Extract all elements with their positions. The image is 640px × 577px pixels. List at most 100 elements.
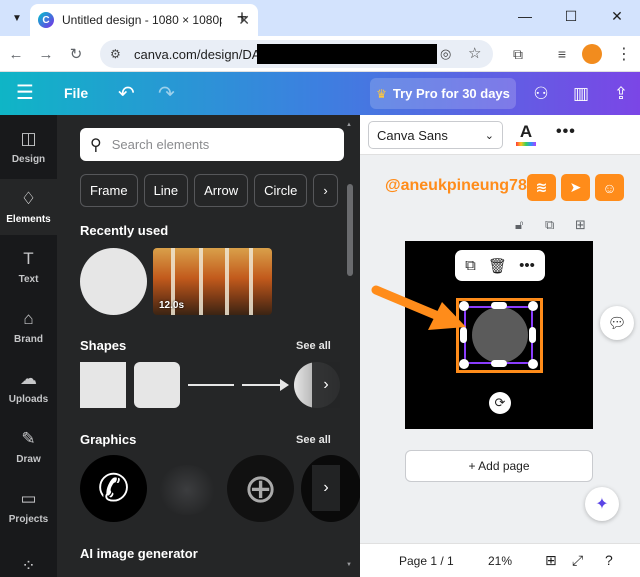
element-chips: Frame Line Arrow Circle › <box>80 174 344 207</box>
chip-frame[interactable]: Frame <box>80 174 138 207</box>
rail-label: Text <box>18 274 39 285</box>
scroll-up-icon[interactable]: ▲ <box>346 122 352 128</box>
rail-item-text[interactable]: T Text <box>0 239 57 295</box>
share-upload-icon[interactable]: ⇪ <box>610 83 632 105</box>
search-input[interactable] <box>111 137 322 152</box>
zoom-level[interactable]: 21% <box>488 554 512 568</box>
resize-handle-top[interactable] <box>491 302 507 309</box>
bookmark-star-icon[interactable]: ☆ <box>468 44 481 62</box>
rounded-square-shape[interactable] <box>134 362 180 408</box>
font-name: Canva Sans <box>377 127 448 143</box>
rail-label: Elements <box>6 214 51 225</box>
rail-item-draw[interactable]: ✎ Draw <box>0 419 57 475</box>
chip-arrow[interactable]: Arrow <box>194 174 249 207</box>
undo-icon[interactable]: ↶ <box>118 81 135 106</box>
graphics-see-all-link[interactable]: See all <box>296 434 331 446</box>
font-family-select[interactable]: Canva Sans ⌄ <box>368 121 503 149</box>
resize-handle-bottom-right[interactable] <box>528 359 538 369</box>
browser-menu-icon[interactable]: ⋮ <box>616 44 632 64</box>
telegram-logo-icon: ➤ <box>561 174 590 201</box>
rail-label: Uploads <box>8 394 49 405</box>
rail-item-apps[interactable]: ⁘ <box>0 539 57 577</box>
rail-item-projects[interactable]: ▭ Projects <box>0 479 57 535</box>
watermark-username: @aneukpineung78 <box>385 177 527 194</box>
site-info-icon[interactable]: ⚙ <box>110 47 126 61</box>
extensions-puzzle-icon[interactable]: ⧉ <box>508 44 528 64</box>
line-shape[interactable] <box>188 384 234 386</box>
more-icon[interactable]: ••• <box>519 257 535 274</box>
element-floating-toolbar: ⧉ 🗑︎ ••• <box>455 250 545 281</box>
arrow-line-shape[interactable] <box>242 384 282 386</box>
close-window-icon[interactable]: ✕ <box>594 0 640 32</box>
help-icon[interactable]: ? <box>605 552 613 568</box>
url-bar[interactable]: ⚙ canva.com/design/DAG ◎ ☆ <box>100 40 493 68</box>
chevron-down-icon[interactable]: ▼ <box>6 7 28 29</box>
comment-icon[interactable]: 💬︎ <box>600 306 634 340</box>
browser-tab-bar: ▼ C Untitled design - 1080 × 1080p ✕ + —… <box>0 0 640 36</box>
shapes-next-icon[interactable]: › <box>312 362 340 408</box>
elements-icon: ♢ <box>20 189 37 208</box>
text-color-button[interactable]: A <box>515 122 537 146</box>
rail-item-design[interactable]: ◫ Design <box>0 119 57 175</box>
chevron-down-icon: ⌄ <box>484 129 494 142</box>
more-options-icon[interactable]: ••• <box>556 123 576 141</box>
globe-www-graphic-icon[interactable]: ⊕ <box>227 455 294 522</box>
fullscreen-icon[interactable]: ⤢ <box>572 552 583 569</box>
reload-icon[interactable]: ↻ <box>66 44 86 64</box>
side-rail: ◫ Design ♢ Elements T Text ⌂ Brand ☁ Upl… <box>0 115 57 577</box>
properties-toolbar: Canva Sans ⌄ A ••• <box>360 115 640 155</box>
blurred-graphic[interactable] <box>157 465 217 515</box>
rail-item-elements[interactable]: ♢ Elements <box>0 179 57 235</box>
phone-graphic-icon[interactable]: ✆ <box>80 455 147 522</box>
resize-handle-bottom-left[interactable] <box>459 359 469 369</box>
new-tab-button[interactable]: + <box>232 8 252 28</box>
grid-view-icon[interactable]: ⊞ <box>545 552 557 569</box>
resize-handle-top-right[interactable] <box>528 301 538 311</box>
share-people-icon[interactable]: ⚇ <box>530 83 552 105</box>
graphics-next-icon[interactable]: › <box>312 465 340 511</box>
recent-video-thumbnail[interactable]: 12.0s <box>153 248 272 315</box>
add-page-button[interactable]: + Add page <box>405 450 593 482</box>
maximize-icon[interactable]: ☐ <box>548 0 594 32</box>
shapes-see-all-link[interactable]: See all <box>296 340 331 352</box>
trash-icon[interactable]: 🗑︎ <box>488 257 507 275</box>
forward-arrow-icon[interactable]: → <box>36 44 56 64</box>
resize-handle-right[interactable] <box>529 327 536 343</box>
resize-handle-bottom[interactable] <box>491 360 507 367</box>
scroll-down-icon[interactable]: ▼ <box>346 562 352 568</box>
analytics-bar-chart-icon[interactable]: ▥ <box>570 83 592 105</box>
lock-icon[interactable]: 🔓︎ <box>515 217 523 233</box>
chip-line[interactable]: Line <box>143 174 189 207</box>
back-arrow-icon[interactable]: ← <box>6 44 26 64</box>
redo-icon[interactable]: ↷ <box>158 81 175 106</box>
rail-label: Draw <box>16 454 41 465</box>
window-controls: — ☐ ✕ <box>502 0 640 32</box>
selection-box <box>464 306 533 364</box>
browser-tab[interactable]: C Untitled design - 1080 × 1080p ✕ <box>30 4 258 36</box>
search-box[interactable]: ⚲ <box>80 128 344 161</box>
profile-avatar[interactable] <box>582 44 602 64</box>
tree-trunk <box>225 248 229 315</box>
recent-circle-element[interactable] <box>80 248 147 315</box>
panel-scrollbar[interactable]: ▲ ▼ <box>346 122 354 570</box>
page-indicator[interactable]: Page 1 / 1 <box>399 554 454 568</box>
try-pro-button[interactable]: ♛ Try Pro for 30 days <box>370 78 516 109</box>
add-page-icon[interactable]: ⊞ <box>575 217 586 233</box>
chip-circle[interactable]: Circle <box>254 174 308 207</box>
file-menu-button[interactable]: File <box>64 85 88 101</box>
rail-item-brand[interactable]: ⌂ Brand <box>0 299 57 355</box>
duplicate-icon[interactable]: ⧉ <box>465 257 476 274</box>
chevron-right-icon[interactable]: › <box>313 174 338 207</box>
canva-header: ☰ File ↶ ↷ ♛ Try Pro for 30 days ⚇ ▥ ⇪ <box>0 72 640 115</box>
media-queue-icon[interactable]: ≡ <box>552 44 572 64</box>
minimize-icon[interactable]: — <box>502 0 548 32</box>
rail-label: Projects <box>8 514 49 525</box>
scrollbar-thumb[interactable] <box>347 184 353 276</box>
duplicate-page-icon[interactable]: ⧉ <box>545 217 554 233</box>
hamburger-menu-icon[interactable]: ☰ <box>16 83 34 103</box>
rotate-icon[interactable]: ⟳ <box>489 392 511 414</box>
rail-item-uploads[interactable]: ☁ Uploads <box>0 359 57 415</box>
magic-sparkle-icon[interactable]: ✦ <box>585 487 619 521</box>
square-shape[interactable] <box>80 362 126 408</box>
eye-off-icon[interactable]: ◎ <box>440 46 451 62</box>
